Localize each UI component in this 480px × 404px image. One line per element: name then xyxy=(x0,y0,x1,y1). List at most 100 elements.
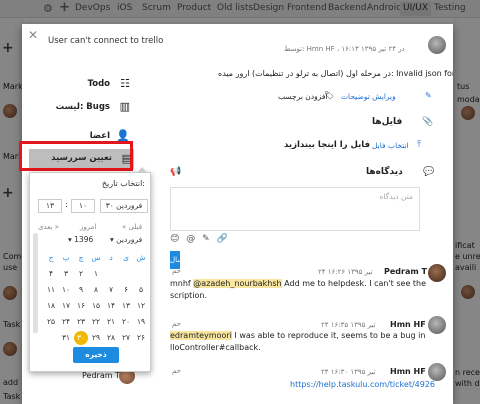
file-drop-zone[interactable]: فایل را اینجا بیندازید xyxy=(284,140,370,150)
calendar-day[interactable]: ۱۵ xyxy=(89,299,103,313)
avatar xyxy=(461,106,475,120)
choose-file-link[interactable]: انتخاب فایل xyxy=(372,141,409,150)
calendar-day[interactable]: ۱۴ xyxy=(104,299,118,313)
year-select[interactable]: ▾ 1396 xyxy=(68,235,93,244)
tab-android[interactable]: Android xyxy=(367,3,402,13)
calendar-day[interactable]: ۱۶ xyxy=(74,299,88,313)
tab-ui-ux[interactable]: UI/UX xyxy=(400,2,432,16)
calendar-day[interactable]: ۹ xyxy=(74,283,88,297)
calendar-day[interactable]: ۱۰ xyxy=(59,283,73,297)
comment-text: lloController#callback. xyxy=(170,343,261,352)
calendar-day[interactable]: ۱ xyxy=(89,267,103,281)
comment-cut-author: حم xyxy=(172,367,181,375)
background-card-text[interactable]: n rece xyxy=(455,368,480,377)
calendar-day[interactable]: ۲ xyxy=(74,267,88,281)
tab-scrum[interactable]: Scrum xyxy=(142,3,171,13)
avatar xyxy=(461,285,475,299)
next-month-button[interactable]: بعدی » xyxy=(38,223,59,231)
add-tab-icon[interactable]: + xyxy=(59,0,70,15)
calendar-day[interactable]: ۲۵ xyxy=(44,315,58,329)
today-button[interactable]: امروز xyxy=(80,223,96,231)
calendar-day[interactable]: ۱۲ xyxy=(134,299,148,313)
mention-tag[interactable]: @azadeh_nourbakhsh xyxy=(193,279,282,288)
ticket-link[interactable]: https://help.taskulu.com/ticket/4926 xyxy=(290,380,435,389)
comment-input[interactable]: متن دیدگاه xyxy=(170,187,420,231)
background-card-text[interactable]: Task xyxy=(3,392,20,401)
calendar-day[interactable]: ۱۳ xyxy=(119,299,133,313)
calendar-day[interactable]: ۲۳ xyxy=(74,315,88,329)
calendar-day[interactable]: ۲۰ xyxy=(119,315,133,329)
date-input[interactable]: فروردین ۳۰ xyxy=(100,199,148,213)
previous-month-button[interactable]: « قبلی xyxy=(122,223,142,231)
background-card-text[interactable]: Task xyxy=(3,320,20,329)
comment-author[interactable]: Pedram T xyxy=(384,267,427,276)
add-card-icon[interactable]: + xyxy=(2,185,14,201)
comment-text: mnhf @azadeh_nourbakhsh Add me to helpde… xyxy=(170,279,426,288)
background-card-text[interactable]: tus xyxy=(457,82,469,91)
mention-tag[interactable]: edramteymoori xyxy=(170,331,232,340)
background-card-text[interactable]: modal xyxy=(457,95,480,104)
action-label: اعضا xyxy=(89,131,110,141)
save-date-button[interactable]: ذخیره xyxy=(73,347,119,363)
tab-old-lists[interactable]: Old lists xyxy=(217,3,253,13)
month-select[interactable]: ▾ فروردین xyxy=(110,235,142,244)
calendar-day[interactable]: ۳۱ xyxy=(59,331,73,345)
comment-cut-author: حم xyxy=(172,267,181,275)
calendar-day[interactable]: ۲۴ xyxy=(59,315,73,329)
tab-testing[interactable]: Testing xyxy=(434,3,466,13)
other-author-name[interactable]: Pedram T xyxy=(82,371,120,380)
background-card-text[interactable]: use xyxy=(3,263,17,272)
calendar-day[interactable]: ۲۷ xyxy=(119,331,133,345)
calendar-day[interactable]: ۲۹ xyxy=(89,331,103,345)
comment-author[interactable]: Hmn HF xyxy=(390,320,426,329)
calendar-day[interactable]: ۲۸ xyxy=(104,331,118,345)
weekday-label: پ xyxy=(62,253,70,262)
calendar-day[interactable]: ۳۰ xyxy=(74,331,88,345)
minute-input[interactable]: ۱۰ xyxy=(71,199,95,213)
gear-icon[interactable]: ⚙ xyxy=(43,2,53,15)
add-label-link[interactable]: افزودن برچسب xyxy=(278,92,328,101)
avatar xyxy=(3,342,17,356)
calendar-day[interactable]: ۵ xyxy=(134,283,148,297)
scrollbar[interactable] xyxy=(33,233,38,333)
tab-ios[interactable]: iOS xyxy=(117,3,132,13)
close-icon[interactable]: ✕ xyxy=(28,28,38,42)
list-icon: ☷ xyxy=(120,77,130,90)
comment-meta: ۲۴ تیر ۱۳۹۵ ۱۶:۳۰ xyxy=(321,368,376,376)
background-card-text[interactable]: e unre xyxy=(455,252,480,261)
calendar-day[interactable]: ۲۲ xyxy=(89,315,103,329)
comment-text: edramteymoori I was able to reproduce it… xyxy=(170,331,425,340)
tab-backend[interactable]: Backend xyxy=(328,3,366,13)
card-title[interactable]: User can't connect to trello xyxy=(48,36,163,46)
calendar-day[interactable]: ۷ xyxy=(104,283,118,297)
month-value: فروردین xyxy=(116,235,143,244)
calendar-day[interactable]: ۱۷ xyxy=(59,299,73,313)
calendar-day[interactable]: ۴ xyxy=(44,267,58,281)
edit-description-link[interactable]: ویرایش توضیحات xyxy=(341,92,396,101)
tab-devops[interactable]: DevOps xyxy=(75,3,110,13)
calendar-day[interactable]: ۶ xyxy=(119,283,133,297)
add-card-icon[interactable]: + xyxy=(2,40,14,56)
hour-input[interactable]: ۱۳ xyxy=(38,199,62,213)
background-card-text[interactable]: Mark xyxy=(3,82,23,91)
background-card-text[interactable]: with d xyxy=(455,379,480,388)
tab-design[interactable]: Design xyxy=(253,3,284,13)
comment-toolbar[interactable]: 😊 @ ✎ 🔗 xyxy=(170,234,230,244)
calendar-day[interactable]: ۱۹ xyxy=(134,315,148,329)
background-card-text[interactable]: availi xyxy=(455,263,476,272)
tab-frontend[interactable]: Frontend xyxy=(287,3,327,13)
calendar-day[interactable]: ۲۶ xyxy=(134,331,148,345)
tab-product[interactable]: Product xyxy=(177,3,211,13)
comment-author[interactable]: Hmn HF xyxy=(390,367,426,376)
background-card-text[interactable]: add xyxy=(3,378,18,387)
background-card-text[interactable]: ificat xyxy=(455,241,475,250)
calendar-day[interactable]: ۸ xyxy=(89,283,103,297)
calendar-day[interactable]: ۲۱ xyxy=(104,315,118,329)
calendar-day[interactable]: ۱۸ xyxy=(44,299,58,313)
calendar-day[interactable]: ۳ xyxy=(59,267,73,281)
calendar-day[interactable]: ۱۱ xyxy=(44,283,58,297)
background-card-text[interactable]: Com xyxy=(3,252,21,261)
action-list-todo[interactable]: Todo ☷ xyxy=(22,76,132,94)
board-icon: ▥ xyxy=(119,100,130,113)
action-list-bugs[interactable]: لیست: Bugs ▥ xyxy=(22,99,132,117)
